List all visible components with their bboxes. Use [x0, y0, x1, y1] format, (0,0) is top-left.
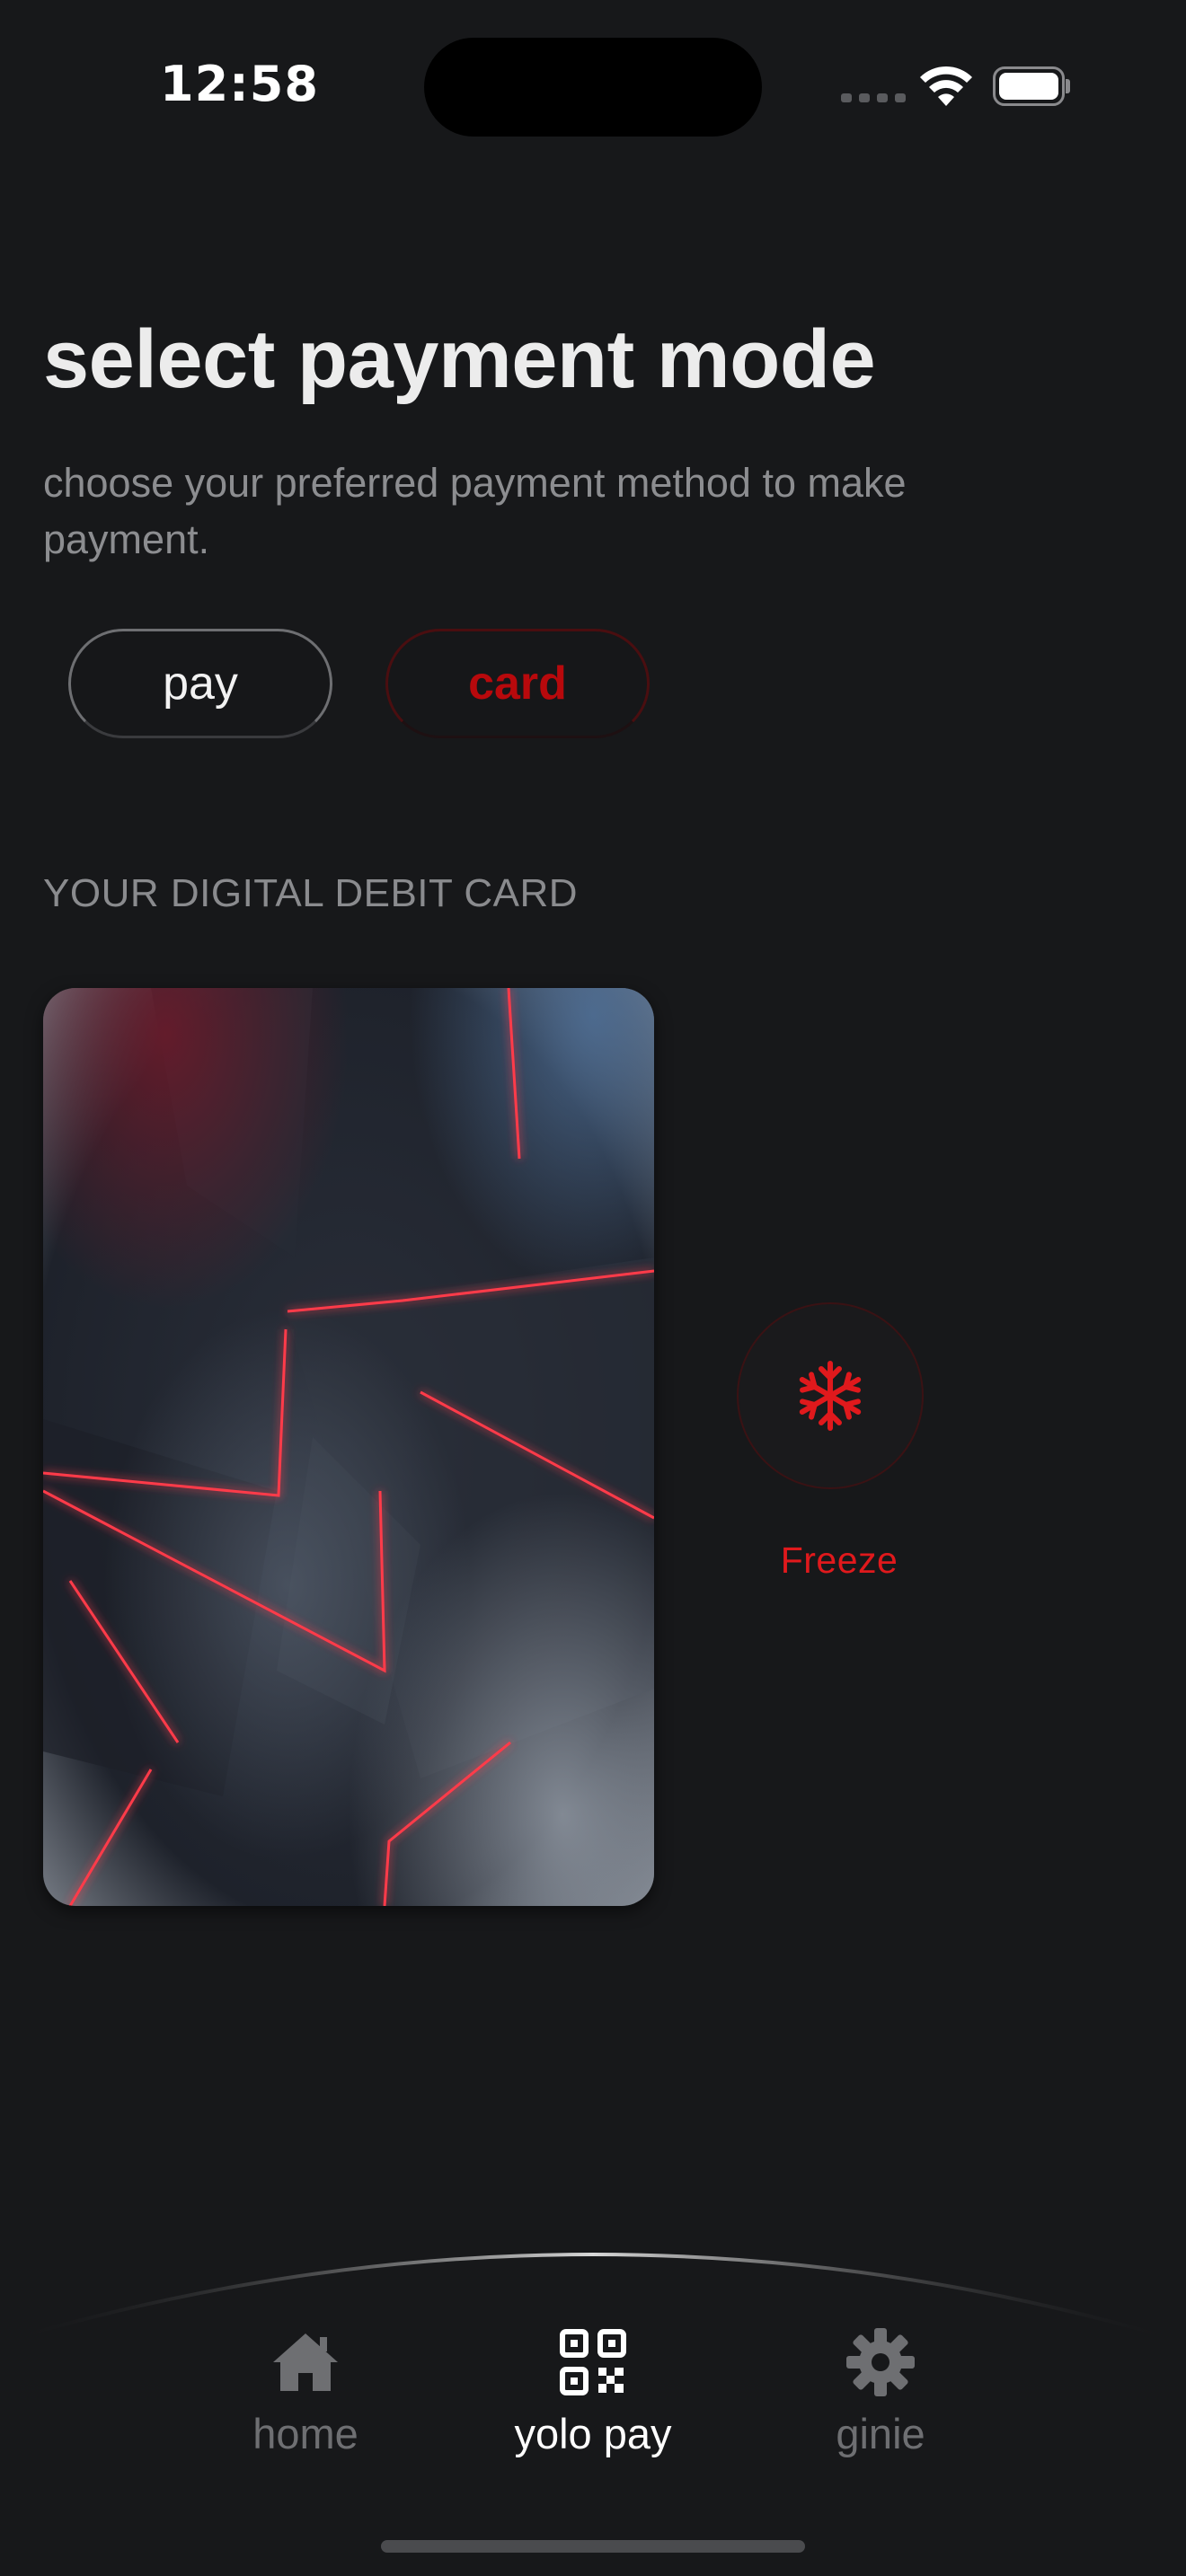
- freeze-button[interactable]: [737, 1302, 924, 1489]
- section-label: YOUR DIGITAL DEBIT CARD: [43, 871, 578, 915]
- digital-debit-card[interactable]: [43, 988, 654, 1906]
- qr-code-icon: [560, 2329, 626, 2395]
- nav-label-home: home: [252, 2410, 358, 2457]
- nav-item-home[interactable]: home: [189, 2326, 422, 2458]
- home-icon: [273, 2333, 338, 2391]
- nav-label-yolo-pay: yolo pay: [514, 2410, 672, 2457]
- wifi-icon: [920, 66, 972, 106]
- snowflake-icon: [799, 1361, 862, 1431]
- dynamic-island: [424, 38, 762, 137]
- page-title: select payment mode: [43, 313, 876, 405]
- pay-mode-button[interactable]: pay: [68, 629, 332, 738]
- home-indicator[interactable]: [381, 2540, 805, 2553]
- signal-icon: [841, 93, 906, 102]
- nav-label-ginie: ginie: [836, 2410, 925, 2457]
- card-mode-button[interactable]: card: [385, 629, 650, 738]
- battery-icon: [993, 66, 1070, 106]
- status-bar: 12:58: [0, 0, 1186, 171]
- nav-item-ginie[interactable]: ginie: [764, 2326, 997, 2458]
- status-time: 12:58: [160, 56, 319, 112]
- freeze-label: Freeze: [780, 1539, 898, 1581]
- page-subtitle: choose your preferred payment method to …: [43, 460, 907, 562]
- gear-icon: [846, 2328, 915, 2396]
- nav-item-yolo-pay[interactable]: yolo pay: [476, 2326, 710, 2458]
